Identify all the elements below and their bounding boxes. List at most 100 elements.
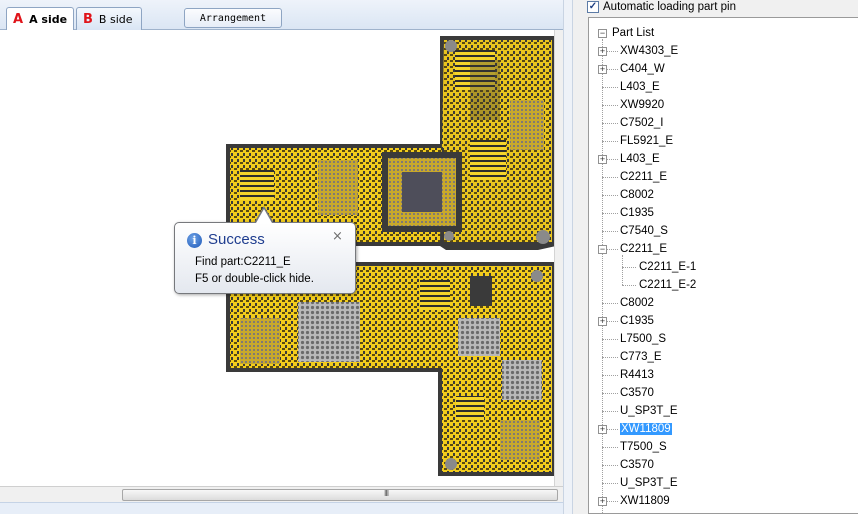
- balloon-message-line-2: F5 or double-click hide.: [195, 273, 314, 285]
- lower-ic-8: [420, 280, 450, 310]
- mount-hole-4: [531, 270, 543, 282]
- lower-ic-3: [502, 360, 542, 400]
- tree-item-label: C2211_E-1: [639, 261, 697, 273]
- tree-item-label: FL5921_E: [620, 135, 674, 147]
- tree-item-label: XW4303_E: [620, 45, 679, 57]
- expand-icon[interactable]: +: [598, 155, 607, 164]
- tree-item-label: R4413: [620, 369, 654, 381]
- a-side-label: A side: [29, 12, 68, 26]
- bottom-status-strip: [0, 502, 563, 514]
- tree-guide-line: [602, 411, 618, 412]
- upper-ic-2: [510, 100, 544, 150]
- auto-load-checkbox[interactable]: ✓: [587, 0, 599, 13]
- part-list-tree[interactable]: − Part List + XW4303_E + C404_W L403_E XW9920 C7…: [588, 17, 858, 514]
- tab-b-side[interactable]: B B side: [76, 7, 142, 30]
- lower-ic-5: [470, 276, 492, 306]
- expand-icon[interactable]: +: [598, 317, 607, 326]
- tree-item-label: L403_E: [620, 153, 660, 165]
- auto-load-checkbox-row[interactable]: ✓ Automatic loading part pin: [587, 0, 736, 13]
- success-balloon[interactable]: i Success × Find part:C2211_E F5 or doub…: [174, 222, 356, 294]
- info-icon: i: [187, 233, 202, 248]
- tree-item[interactable]: XW11809: [620, 421, 672, 437]
- upper-ic-4: [318, 160, 358, 215]
- auto-load-label: Automatic loading part pin: [603, 0, 736, 13]
- tree-item-label: C8002: [620, 297, 654, 309]
- tree-item[interactable]: C1935: [620, 205, 654, 221]
- lower-ic-7: [500, 420, 540, 460]
- tree-item[interactable]: C8002: [620, 187, 654, 203]
- part-list-panel: ✓ Automatic loading part pin − Part List +…: [573, 0, 858, 514]
- vertical-scrollbar[interactable]: [554, 30, 563, 486]
- tree-item-label: C2211_E: [620, 171, 668, 183]
- tree-root-collapse-icon[interactable]: −: [598, 29, 607, 38]
- app-window: A A side B B side Arrangement III i Succ…: [0, 0, 858, 514]
- tree-item[interactable]: L403_E: [620, 151, 660, 167]
- tree-item[interactable]: C7502_I: [620, 115, 663, 131]
- tree-guide-line: [602, 87, 618, 88]
- upper-ic-3: [470, 140, 506, 180]
- tree-item-label: C404_W: [620, 63, 665, 75]
- tree-item[interactable]: C8002: [620, 295, 654, 311]
- tree-guide-line: [602, 483, 618, 484]
- tree-item[interactable]: U_SP3T_E: [620, 475, 678, 491]
- expand-icon[interactable]: +: [598, 65, 607, 74]
- tree-item-label: C1935: [620, 207, 654, 219]
- tree-item-label: XW11809: [620, 423, 672, 435]
- tree-item[interactable]: XW11809: [620, 493, 670, 509]
- tree-item[interactable]: C3570: [620, 457, 654, 473]
- tree-item[interactable]: T7500_S: [620, 439, 667, 455]
- tree-item[interactable]: C1935: [620, 313, 654, 329]
- arrangement-button[interactable]: Arrangement: [184, 8, 282, 28]
- tree-guide-line: [602, 39, 603, 513]
- balloon-message-line-1: Find part:C2211_E: [195, 256, 291, 268]
- tree-root-label[interactable]: Part List: [612, 25, 654, 41]
- tree-item-label: C2211_E: [620, 243, 668, 255]
- tree-item[interactable]: C2211_E: [620, 169, 667, 185]
- tree-item[interactable]: U_SP3T_E: [620, 403, 678, 419]
- horizontal-scrollbar[interactable]: III: [0, 486, 563, 502]
- tree-item[interactable]: XW4303_E: [620, 43, 678, 59]
- tree-guide-line: [602, 303, 618, 304]
- tree-item[interactable]: C2211_E-1: [639, 259, 696, 275]
- tree-item-label: C3570: [620, 387, 654, 399]
- tree-item[interactable]: C7540_S: [620, 223, 668, 239]
- lower-ic-1: [298, 302, 360, 362]
- tree-item-label: XW11809: [620, 495, 670, 507]
- cpu-core: [402, 172, 442, 212]
- tree-item[interactable]: L403_E: [620, 79, 660, 95]
- collapse-icon[interactable]: −: [598, 245, 607, 254]
- tree-item-label: C3570: [620, 459, 654, 471]
- expand-icon[interactable]: +: [598, 497, 607, 506]
- tree-item-label: C2211_E-2: [639, 279, 697, 291]
- tree-guide-line: [622, 285, 636, 286]
- expand-icon[interactable]: +: [598, 425, 607, 434]
- horizontal-scroll-thumb[interactable]: [122, 489, 558, 501]
- tab-a-side[interactable]: A A side: [6, 7, 74, 30]
- tree-item[interactable]: C773_E: [620, 349, 662, 365]
- pane-splitter[interactable]: [563, 0, 573, 514]
- tree-item[interactable]: C3570: [620, 385, 654, 401]
- tree-item-label: C1935: [620, 315, 654, 327]
- tree-item-label: L403_E: [620, 81, 660, 93]
- tree-item-label: L7500_S: [620, 333, 667, 345]
- tree-item[interactable]: FL5921_E: [620, 133, 673, 149]
- mount-hole-1: [445, 40, 457, 52]
- tree-guide-line: [602, 357, 618, 358]
- tree-guide-line: [602, 447, 618, 448]
- tree-item[interactable]: C2211_E: [620, 241, 667, 257]
- side-tab-strip: A A side B B side Arrangement: [0, 0, 563, 30]
- lower-ic-4: [240, 318, 280, 364]
- tree-item[interactable]: XW9920: [620, 97, 664, 113]
- expand-icon[interactable]: +: [598, 47, 607, 56]
- tree-item[interactable]: L7500_S: [620, 331, 666, 347]
- tree-guide-line: [602, 141, 618, 142]
- tree-item[interactable]: C2211_E-2: [639, 277, 696, 293]
- tree-item[interactable]: R4413: [620, 367, 654, 383]
- a-side-letter: A: [13, 11, 24, 27]
- tree-item[interactable]: C404_W: [620, 61, 665, 77]
- board-viewer-pane: A A side B B side Arrangement III i Succ…: [0, 0, 563, 514]
- tree-guide-line: [602, 465, 618, 466]
- upper-ic-5: [240, 170, 274, 200]
- balloon-close-button[interactable]: ×: [332, 229, 343, 244]
- mount-hole-3: [444, 231, 454, 241]
